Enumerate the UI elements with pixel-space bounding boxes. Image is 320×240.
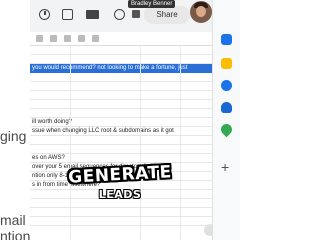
clock-icon[interactable]	[39, 9, 50, 20]
table-row[interactable]	[30, 55, 212, 64]
table-row[interactable]: you would recommend? not looking to make…	[30, 64, 212, 73]
table-row[interactable]	[30, 100, 212, 109]
toolbar-button[interactable]	[64, 35, 71, 42]
contacts-icon[interactable]	[221, 102, 232, 113]
toolbar-button[interactable]	[78, 35, 85, 42]
calendar-icon[interactable]	[221, 34, 232, 45]
table-row[interactable]	[30, 46, 212, 55]
table-row[interactable]	[30, 136, 212, 145]
table-row[interactable]	[30, 217, 212, 226]
caption-leads: LEADS	[98, 188, 142, 201]
table-row[interactable]	[30, 91, 212, 100]
user-name-tag: Bradley Benner	[128, 0, 176, 8]
video-icon[interactable]	[86, 10, 99, 19]
column-divider	[140, 46, 141, 240]
table-row[interactable]: es on AWS?	[30, 154, 212, 163]
table-row[interactable]	[30, 82, 212, 91]
side-panel: +	[212, 0, 240, 240]
table-row[interactable]: ssue when changing LLC root & subdomains…	[30, 127, 212, 136]
app-header: Share Bradley Benner	[30, 0, 212, 32]
table-row[interactable]	[30, 145, 212, 154]
avatar-face	[196, 6, 206, 17]
toolbar-button[interactable]	[36, 35, 43, 42]
toolbar-button[interactable]	[50, 35, 57, 42]
keep-icon[interactable]	[221, 58, 232, 69]
avatar[interactable]	[190, 1, 212, 23]
floating-button[interactable]	[204, 224, 212, 236]
share-button[interactable]: Share	[144, 6, 190, 24]
globe-icon	[114, 9, 125, 20]
sliver-text-3: ntion	[0, 228, 31, 240]
table-row[interactable]	[30, 73, 212, 82]
table-row[interactable]	[30, 208, 212, 217]
formatting-toolbar	[30, 32, 212, 46]
tasks-icon[interactable]	[221, 80, 232, 91]
toolbar-button[interactable]	[92, 35, 99, 42]
column-divider	[70, 46, 71, 240]
spreadsheet-grid[interactable]: you would recommend? not looking to make…	[30, 46, 212, 240]
table-row[interactable]: ill worth doing?	[30, 118, 212, 127]
maps-icon[interactable]	[218, 121, 235, 138]
column-divider	[180, 46, 181, 240]
chat-icon[interactable]	[62, 9, 73, 20]
sheets-app-window: Share Bradley Benner you would recommend…	[30, 0, 212, 240]
plus-icon[interactable]: +	[221, 160, 229, 174]
table-row[interactable]	[30, 109, 212, 118]
lock-icon	[132, 10, 140, 18]
